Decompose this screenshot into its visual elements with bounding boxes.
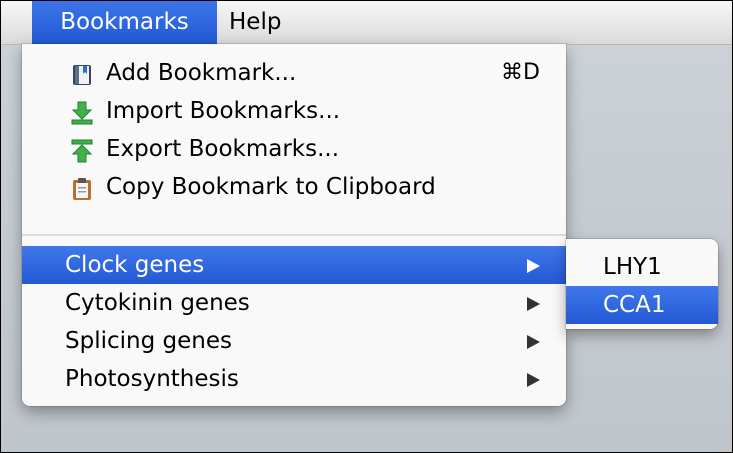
submenu-item-label: LHY1 xyxy=(603,254,662,280)
menu-item-label: Add Bookmark... xyxy=(106,60,297,86)
menubar-help[interactable]: Help xyxy=(217,0,297,44)
submenu-arrow-icon xyxy=(527,373,540,387)
menu-item-label: Import Bookmarks... xyxy=(106,98,341,124)
submenu-item-cca1[interactable]: CCA1 xyxy=(566,286,718,324)
menu-item-label: Clock genes xyxy=(65,252,205,278)
bookmarks-dropdown-menu: Add Bookmark... ⌘D Import Bookmarks... E… xyxy=(22,44,566,406)
clock-genes-submenu: LHY1 CCA1 xyxy=(566,239,718,329)
submenu-arrow-icon xyxy=(527,335,540,349)
submenu-item-lhy1[interactable]: LHY1 xyxy=(566,248,718,286)
submenu-item-label: CCA1 xyxy=(603,292,666,318)
menu-item-copy-bookmark[interactable]: Copy Bookmark to Clipboard xyxy=(22,168,566,206)
menu-item-label: Copy Bookmark to Clipboard xyxy=(106,174,436,200)
menu-item-import-bookmarks[interactable]: Import Bookmarks... xyxy=(22,92,566,130)
menu-item-label: Splicing genes xyxy=(65,328,232,354)
submenu-arrow-icon xyxy=(527,259,540,273)
export-arrow-up-icon xyxy=(70,137,94,163)
menu-item-label: Cytokinin genes xyxy=(65,290,250,316)
menu-bar: Bookmarks Help xyxy=(0,0,733,45)
menu-item-photosynthesis[interactable]: Photosynthesis xyxy=(22,360,566,398)
import-arrow-down-icon xyxy=(70,99,94,125)
shortcut-label: ⌘D xyxy=(501,60,540,85)
submenu-arrow-icon xyxy=(527,297,540,311)
menu-item-cytokinin-genes[interactable]: Cytokinin genes xyxy=(22,284,566,322)
menu-item-label: Export Bookmarks... xyxy=(106,136,340,162)
clipboard-icon xyxy=(70,175,94,200)
menu-item-export-bookmarks[interactable]: Export Bookmarks... xyxy=(22,130,566,168)
menu-item-clock-genes[interactable]: Clock genes xyxy=(22,246,566,284)
screen: Bookmarks Help Add Bookmark... ⌘D Import… xyxy=(0,0,733,453)
menu-item-label: Photosynthesis xyxy=(65,366,239,392)
menu-separator xyxy=(22,234,566,236)
bookmark-book-icon xyxy=(70,61,94,85)
menu-item-add-bookmark[interactable]: Add Bookmark... ⌘D xyxy=(22,54,566,92)
menu-item-splicing-genes[interactable]: Splicing genes xyxy=(22,322,566,360)
menubar-bookmarks[interactable]: Bookmarks xyxy=(32,0,217,44)
